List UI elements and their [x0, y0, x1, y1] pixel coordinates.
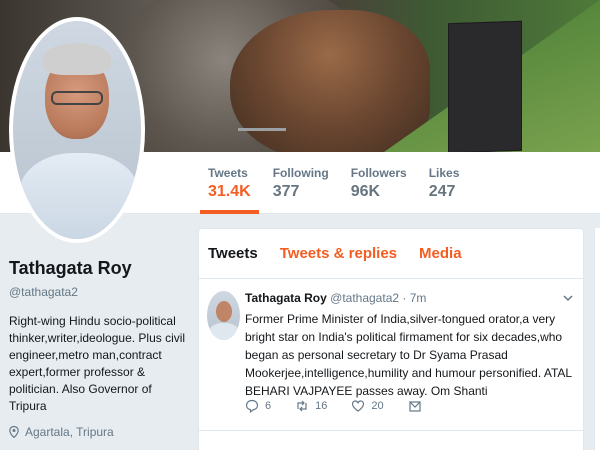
tweet-author-handle[interactable]: @tathagata2 — [330, 291, 399, 305]
timeline: Tweets Tweets & replies Media Tathagata … — [198, 228, 584, 450]
next-tweet[interactable] — [199, 433, 583, 450]
stat-value: 247 — [428, 183, 456, 200]
profile-location: Agartala, Tripura — [9, 425, 189, 439]
profile-bio: Right-wing Hindu socio-political thinker… — [9, 314, 186, 413]
tweet-actions: 6 16 20 — [245, 399, 446, 413]
tweet-text: Former Prime Minister of India,silver-to… — [245, 312, 572, 398]
like-button[interactable]: 20 — [351, 399, 384, 413]
retweet-button[interactable]: 16 — [295, 399, 327, 413]
tab-media[interactable]: Media — [419, 245, 462, 262]
stat-label: Following — [272, 166, 329, 180]
right-column-edge — [594, 228, 600, 450]
envelope-icon — [409, 401, 421, 412]
reply-button[interactable]: 6 — [245, 399, 271, 413]
retweet-count: 16 — [315, 400, 328, 412]
location-pin-icon — [9, 426, 19, 438]
tab-tweets-replies[interactable]: Tweets & replies — [280, 245, 397, 262]
tweet-timestamp[interactable]: · 7m — [402, 291, 426, 305]
stat-tweets[interactable]: Tweets 31.4K — [200, 152, 259, 214]
stat-label: Followers — [350, 166, 407, 180]
direct-message-button[interactable] — [408, 399, 422, 413]
profile-avatar[interactable] — [9, 17, 145, 243]
like-count: 20 — [371, 400, 384, 412]
profile-card: Tathagata Roy @tathagata2 Right-wing Hin… — [9, 258, 189, 439]
stat-value: 377 — [272, 183, 300, 200]
location-text: Agartala, Tripura — [25, 425, 114, 439]
tweet-header: Tathagata Roy @tathagata2 · 7m — [245, 291, 426, 305]
profile-name[interactable]: Tathagata Roy — [9, 258, 189, 279]
tweet[interactable]: Tathagata Roy @tathagata2 · 7m Former Pr… — [199, 279, 583, 431]
heart-icon — [352, 400, 365, 412]
tab-tweets[interactable]: Tweets — [208, 245, 258, 262]
retweet-icon — [297, 400, 307, 412]
stat-label: Tweets — [208, 166, 248, 180]
stat-likes[interactable]: Likes 247 — [429, 152, 460, 214]
timeline-tabs: Tweets Tweets & replies Media — [199, 229, 583, 279]
stat-value: 96K — [350, 183, 381, 200]
stat-label: Likes — [428, 166, 460, 180]
reply-icon — [245, 399, 259, 413]
stat-following[interactable]: Following 377 — [273, 152, 329, 214]
profile-handle[interactable]: @tathagata2 — [9, 285, 189, 299]
reply-count: 6 — [265, 400, 272, 412]
tweet-author-name[interactable]: Tathagata Roy — [245, 291, 327, 305]
stat-followers[interactable]: Followers 96K — [351, 152, 407, 214]
tweet-avatar[interactable] — [207, 291, 240, 340]
chevron-down-icon[interactable] — [563, 293, 573, 303]
avatar-photo — [13, 21, 141, 239]
profile-stats: Tweets 31.4K Following 377 Followers 96K… — [200, 152, 481, 214]
stat-value: 31.4K — [208, 183, 251, 200]
